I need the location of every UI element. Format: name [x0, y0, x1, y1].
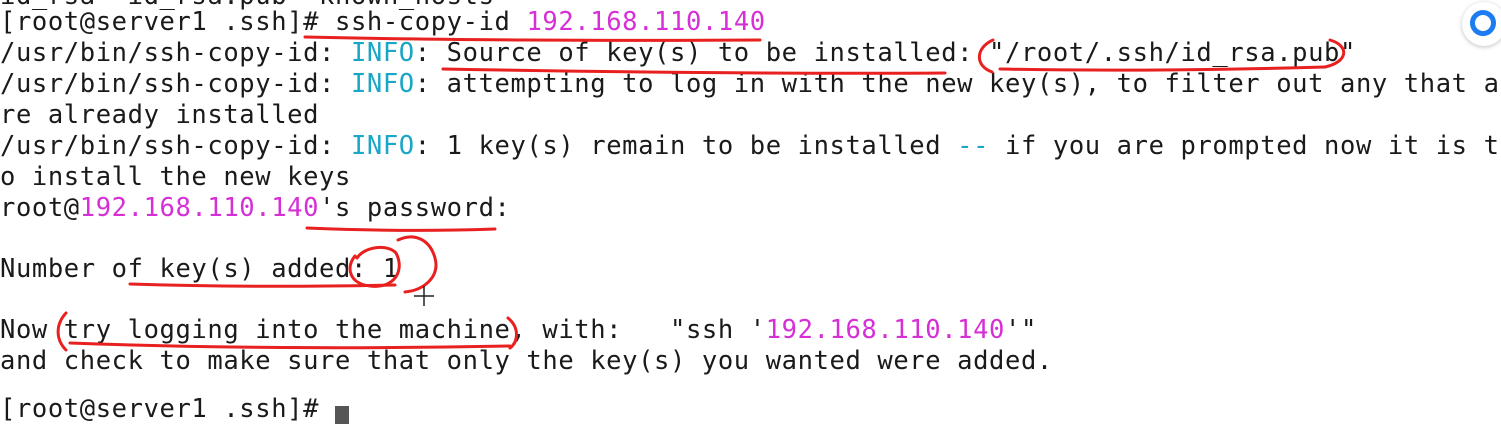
terminal-window[interactable]: id_rsa id_rsa.pub known_hosts [root@serv… [0, 0, 1501, 424]
terminal-line-info-attempt: /usr/bin/ssh-copy-id: INFO: attempting t… [0, 69, 1500, 99]
shell-prompt: [root@server1 .ssh]# [0, 394, 335, 424]
terminal-line-info-source: /usr/bin/ssh-copy-id: INFO: Source of ke… [0, 38, 1356, 68]
target-ip: 192.168.110.140 [526, 7, 766, 37]
terminal-line-command: [root@server1 .ssh]# ssh-copy-id 192.168… [0, 7, 766, 38]
info-tag: INFO [350, 38, 415, 68]
terminal-line-info-remain: /usr/bin/ssh-copy-id: INFO: 1 key(s) rem… [0, 131, 1500, 161]
terminal-line-keys-added: Number of key(s) added: 1 [0, 254, 399, 284]
info-tag: INFO [350, 69, 415, 99]
target-ip: 192.168.110.140 [765, 315, 1006, 345]
terminal-line-wrap-1: re already installed [0, 100, 320, 130]
info-tag: INFO [350, 131, 415, 161]
terminal-line-prompt[interactable]: [root@server1 .ssh]# [0, 394, 349, 425]
terminal-line-check: and check to make sure that only the key… [0, 346, 1053, 376]
terminal-line-try-login: Now try logging into the machine, with: … [0, 315, 1037, 345]
assistant-floating-button[interactable] [1462, 2, 1501, 46]
terminal-line-wrap-2: o install the new keys [0, 162, 351, 192]
text-cursor [335, 406, 349, 424]
shell-prompt: [root@server1 .ssh]# [0, 7, 335, 37]
target-ip: 192.168.110.140 [79, 193, 320, 223]
terminal-line-password: root@192.168.110.140's password: [0, 193, 511, 223]
assistant-ring-icon [1470, 10, 1496, 36]
command-text: ssh-copy-id [335, 7, 527, 37]
